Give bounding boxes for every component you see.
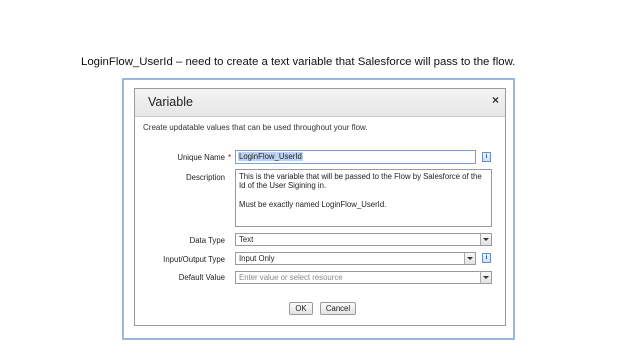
cancel-button[interactable]: Cancel bbox=[320, 302, 356, 315]
chevron-down-icon[interactable] bbox=[464, 253, 475, 264]
description-label: Description bbox=[186, 173, 225, 182]
chevron-down-icon[interactable] bbox=[480, 272, 491, 283]
description-line-1: This is the variable that will be passed… bbox=[239, 172, 482, 191]
unique-name-label: Unique Name bbox=[177, 153, 225, 162]
dialog-header: Variable × bbox=[135, 89, 505, 117]
description-line-2: Must be exactly named LoginFlow_UserId. bbox=[239, 199, 387, 209]
default-value-input[interactable]: Enter value or select resource bbox=[235, 271, 492, 284]
io-type-value: Input Only bbox=[239, 254, 275, 263]
description-textarea[interactable]: This is the variable that will be passed… bbox=[235, 169, 492, 227]
close-icon[interactable]: × bbox=[492, 93, 499, 107]
required-marker: * bbox=[228, 153, 232, 162]
slide-caption: LoginFlow_UserId – need to create a text… bbox=[81, 56, 516, 68]
slide: LoginFlow_UserId – need to create a text… bbox=[0, 0, 638, 359]
io-type-label: Input/Output Type bbox=[163, 255, 225, 264]
default-value-placeholder: Enter value or select resource bbox=[239, 273, 343, 282]
data-type-value: Text bbox=[239, 235, 254, 244]
unique-name-value: LoginFlow_UserId bbox=[238, 152, 303, 161]
unique-name-input[interactable]: LoginFlow_UserId bbox=[235, 150, 476, 164]
io-type-select[interactable]: Input Only bbox=[235, 252, 476, 265]
dialog-title: Variable bbox=[148, 95, 193, 109]
info-icon[interactable]: i bbox=[482, 152, 491, 162]
variable-dialog: Variable × Create updatable values that … bbox=[134, 88, 506, 326]
default-value-label: Default Value bbox=[178, 273, 225, 282]
dialog-subtitle: Create updatable values that can be used… bbox=[143, 123, 368, 132]
ok-button[interactable]: OK bbox=[289, 302, 313, 315]
data-type-select[interactable]: Text bbox=[235, 233, 492, 246]
chevron-down-icon[interactable] bbox=[480, 234, 491, 245]
info-icon[interactable]: i bbox=[482, 253, 491, 263]
data-type-label: Data Type bbox=[189, 236, 225, 245]
